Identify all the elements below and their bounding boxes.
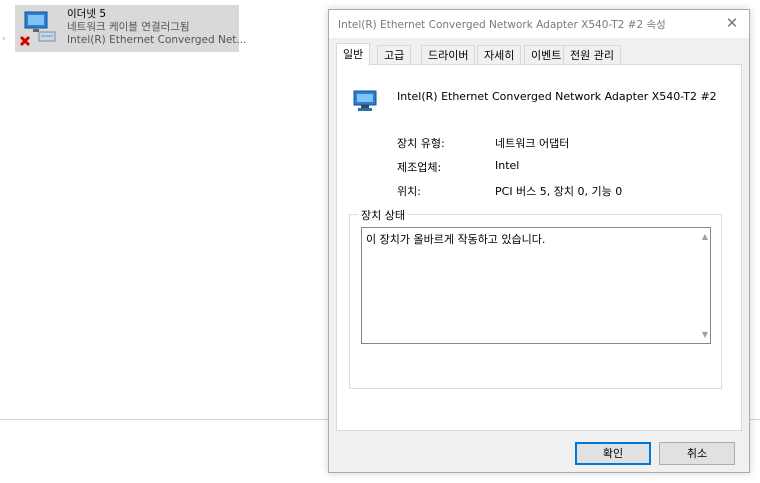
connection-status: 네트워크 케이블 연결러그됨	[67, 21, 190, 33]
device-status-textbox[interactable]: 이 장치가 올바르게 작동하고 있습니다. ▲ ▼	[361, 227, 711, 344]
tab-driver[interactable]: 드라이버	[421, 45, 476, 65]
chevron-mark-icon: ›	[2, 34, 6, 44]
device-status-group: 장치 상태 이 장치가 올바르게 작동하고 있습니다. ▲ ▼	[349, 207, 722, 389]
device-status-legend: 장치 상태	[358, 207, 408, 223]
manufacturer-label: 제조업체:	[397, 161, 442, 174]
tab-events[interactable]: 이벤트	[524, 45, 569, 65]
network-adapter-icon	[353, 90, 377, 111]
device-type-label: 장치 유형:	[397, 137, 445, 150]
tab-power-management[interactable]: 전원 관리	[563, 45, 621, 65]
location-label: 위치:	[397, 185, 421, 198]
scroll-up-icon[interactable]: ▲	[702, 232, 708, 241]
manufacturer-value: Intel	[495, 159, 520, 172]
ok-button[interactable]: 확인	[575, 442, 651, 465]
location-value: PCI 버스 5, 장치 0, 기능 0	[495, 185, 623, 198]
tab-general[interactable]: 일반	[336, 43, 371, 66]
device-type-value: 네트워크 어댑터	[495, 137, 570, 150]
dialog-titlebar[interactable]: Intel(R) Ethernet Converged Network Adap…	[329, 10, 749, 38]
network-adapter-icon	[19, 11, 56, 47]
device-name: Intel(R) Ethernet Converged Network Adap…	[397, 90, 717, 103]
dialog-title: Intel(R) Ethernet Converged Network Adap…	[338, 19, 666, 31]
connection-adapter: Intel(R) Ethernet Converged Net...	[67, 34, 247, 46]
tab-details[interactable]: 자세히	[477, 45, 522, 65]
scroll-down-icon[interactable]: ▼	[702, 330, 708, 339]
general-panel: Intel(R) Ethernet Converged Network Adap…	[336, 64, 742, 431]
device-status-text: 이 장치가 올바르게 작동하고 있습니다.	[366, 233, 546, 246]
connection-item-ethernet5[interactable]: 이더넷 5 네트워크 케이블 연결러그됨 Intel(R) Ethernet C…	[15, 5, 246, 52]
properties-dialog: Intel(R) Ethernet Converged Network Adap…	[328, 9, 750, 473]
connection-name: 이더넷 5	[67, 8, 106, 20]
cancel-button[interactable]: 취소	[659, 442, 735, 465]
tab-advanced[interactable]: 고급	[377, 45, 412, 65]
close-icon[interactable]: ✕	[719, 12, 745, 34]
